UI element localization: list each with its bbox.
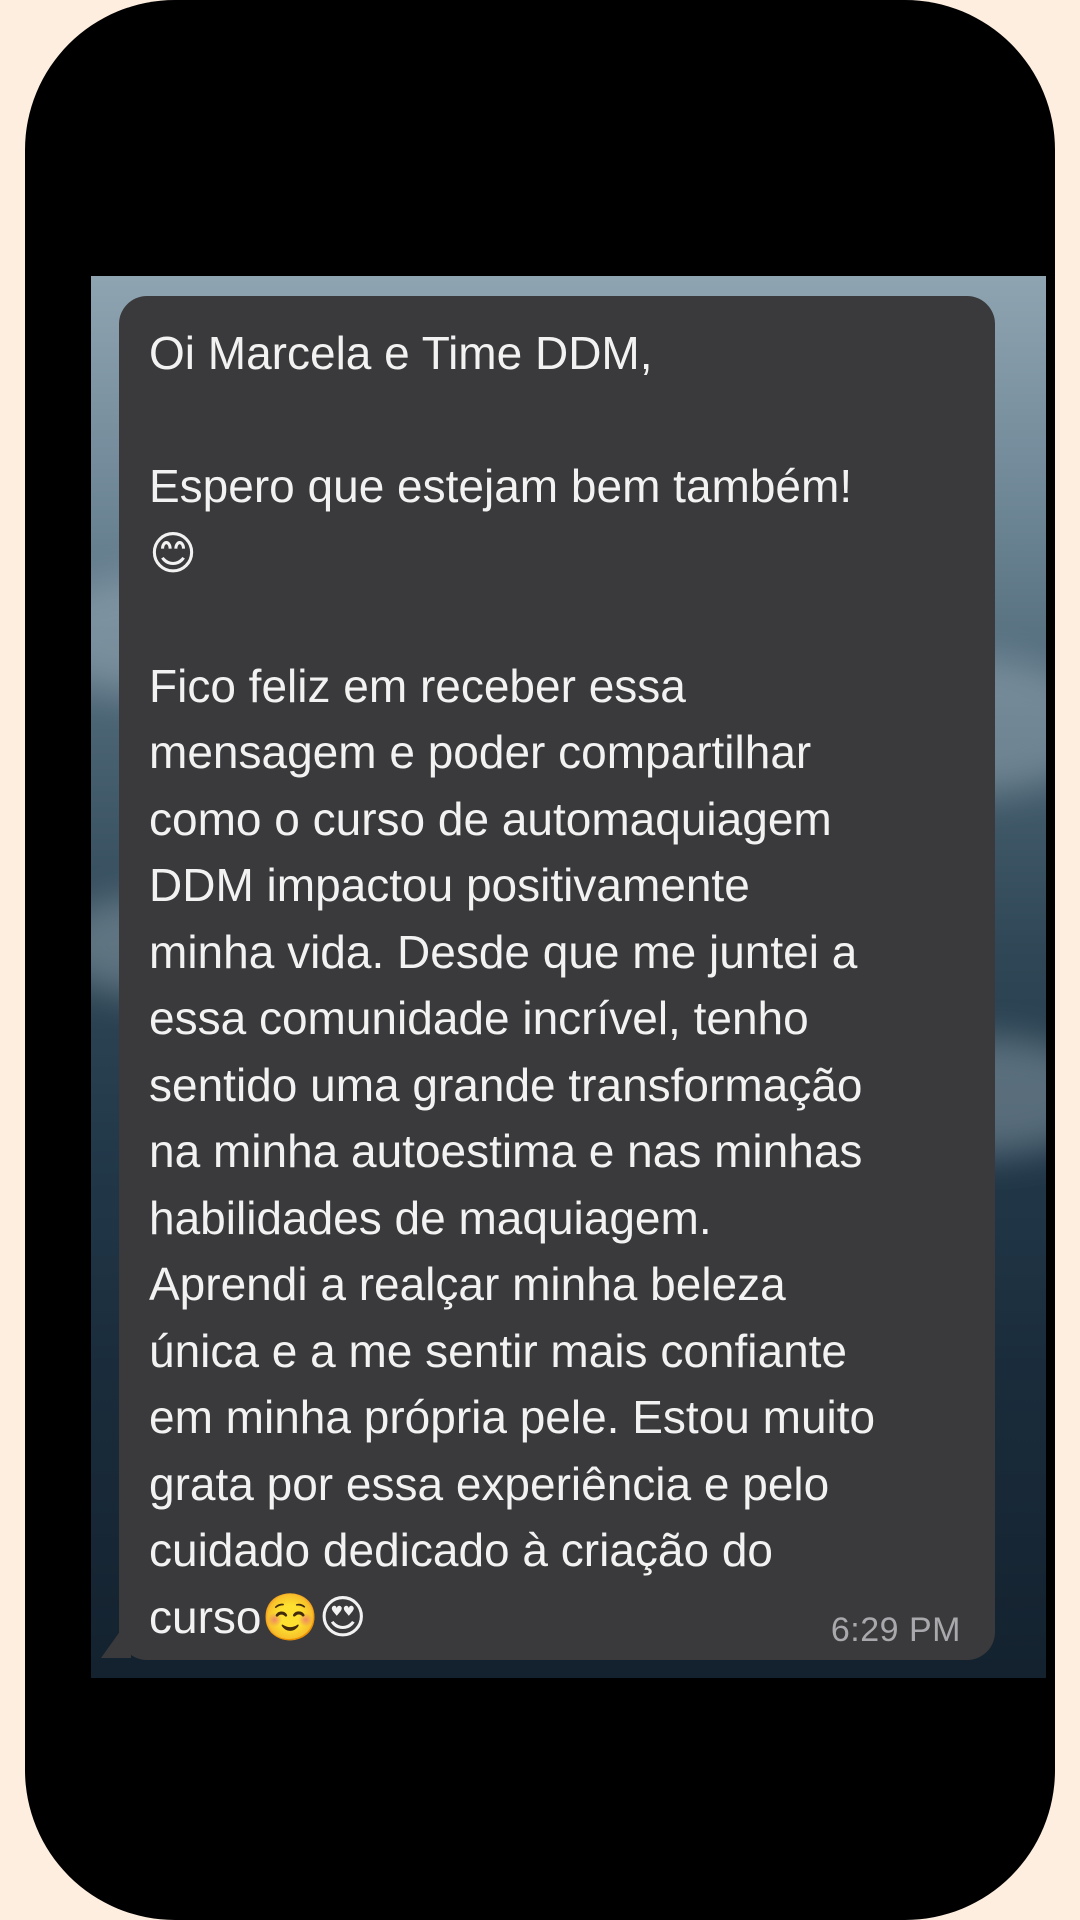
phone-frame: Oi Marcela e Time DDM, Espero que esteja… bbox=[25, 0, 1055, 1920]
message-timestamp: 6:29 PM bbox=[830, 1611, 961, 1649]
message-text: Oi Marcela e Time DDM, Espero que esteja… bbox=[149, 327, 876, 1643]
message-bubble[interactable]: Oi Marcela e Time DDM, Espero que esteja… bbox=[119, 296, 995, 1660]
chat-screenshot: Oi Marcela e Time DDM, Espero que esteja… bbox=[91, 276, 1046, 1678]
